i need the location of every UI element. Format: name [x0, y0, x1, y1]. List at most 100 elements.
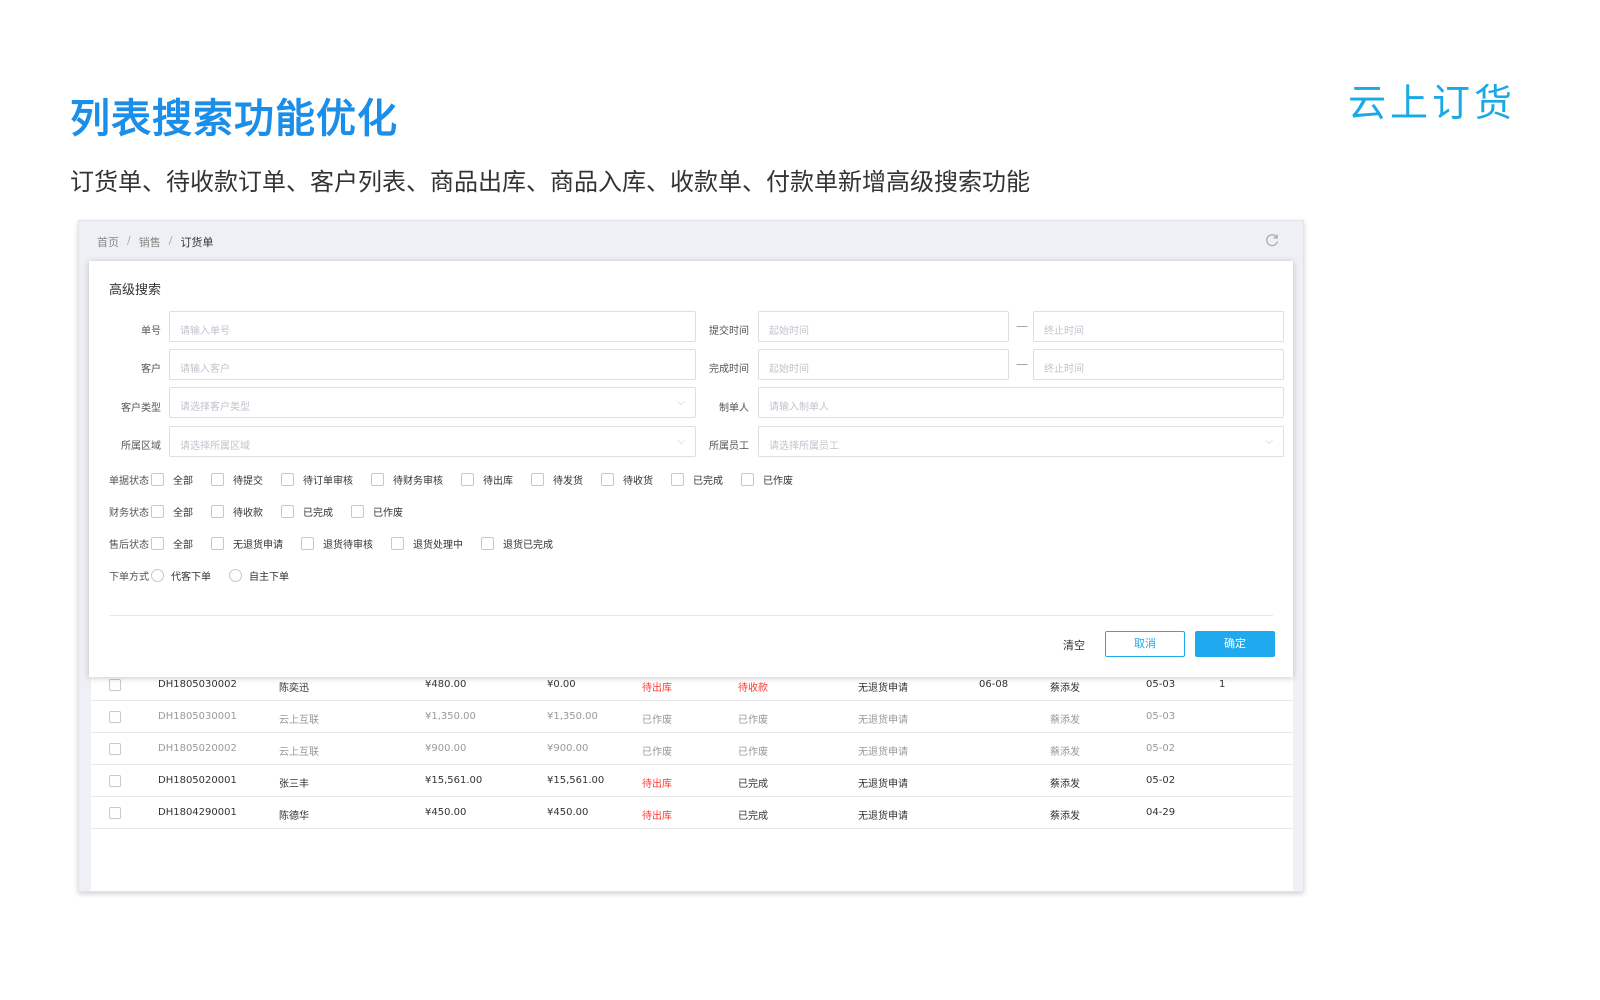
cancel-button[interactable]: 取消: [1105, 631, 1185, 657]
customer-name: 张三丰: [279, 779, 309, 790]
option-label: 全部: [173, 540, 193, 551]
breadcrumb-current: 订货单: [180, 236, 214, 249]
submit-time-end-input[interactable]: 终止时间: [1033, 311, 1284, 342]
checkbox[interactable]: [211, 473, 224, 486]
finance-status-label: 财务状态: [109, 508, 149, 519]
checkbox-option[interactable]: 退货已完成: [481, 536, 553, 551]
checkbox-option[interactable]: 已作废: [741, 472, 793, 487]
checkbox[interactable]: [671, 473, 684, 486]
option-label: 退货待审核: [323, 540, 373, 551]
after-sale-status: 无退货申请: [858, 715, 908, 726]
checkbox-option[interactable]: 全部: [151, 504, 193, 519]
option-label: 已完成: [693, 476, 723, 487]
table-row[interactable]: DH1805030001 云上互联 ¥1,350.00 ¥1,350.00 已作废 已作废…: [91, 701, 1293, 733]
order-method-label: 下单方式: [109, 572, 149, 583]
after-sale-status: 无退货申请: [858, 683, 908, 694]
radio-button[interactable]: [229, 569, 242, 582]
checkbox[interactable]: [151, 537, 164, 550]
row-checkbox[interactable]: [109, 711, 121, 723]
checkbox[interactable]: [151, 505, 164, 518]
option-label: 待提交: [233, 476, 263, 487]
customer-type-select[interactable]: 请选择客户类型 ⌵: [169, 387, 696, 418]
checkbox[interactable]: [481, 537, 494, 550]
checkbox[interactable]: [531, 473, 544, 486]
submit-time-start-input[interactable]: 起始时间: [758, 311, 1009, 342]
order-date: 05-03: [1146, 711, 1176, 722]
breadcrumb-home[interactable]: 首页: [97, 234, 119, 250]
row-checkbox[interactable]: [109, 743, 121, 755]
chevron-down-icon: ⌵: [677, 397, 685, 408]
checkbox-option[interactable]: 已作废: [351, 504, 403, 519]
option-label: 已作废: [373, 508, 403, 519]
order-method-row: 下单方式 代客下单 自主下单: [109, 568, 307, 583]
checkbox[interactable]: [151, 473, 164, 486]
checkbox-option[interactable]: 待发货: [531, 472, 583, 487]
row-checkbox[interactable]: [109, 775, 121, 787]
breadcrumb-sales[interactable]: 销售: [139, 234, 161, 250]
option-label: 全部: [173, 508, 193, 519]
paid-amount: ¥15,561.00: [547, 775, 605, 786]
clear-button[interactable]: 清空: [1063, 637, 1085, 653]
checkbox-option[interactable]: 已完成: [281, 504, 333, 519]
payment-status: 已作废: [738, 747, 768, 758]
checkbox-option[interactable]: 待提交: [211, 472, 263, 487]
chevron-down-icon: ⌵: [677, 436, 685, 447]
checkbox-option[interactable]: 退货待审核: [301, 536, 373, 551]
checkbox[interactable]: [301, 537, 314, 550]
checkbox[interactable]: [211, 505, 224, 518]
row-checkbox[interactable]: [109, 679, 121, 691]
breadcrumb-separator: /: [127, 234, 131, 247]
radio-option[interactable]: 自主下单: [229, 568, 289, 583]
checkbox[interactable]: [391, 537, 404, 550]
checkbox[interactable]: [281, 505, 294, 518]
payment-status: 已完成: [738, 811, 768, 822]
checkbox[interactable]: [371, 473, 384, 486]
checkbox[interactable]: [741, 473, 754, 486]
checkbox-option[interactable]: 全部: [151, 472, 193, 487]
order-date: 05-03: [1146, 679, 1176, 690]
after-sale-status-row: 售后状态 全部 无退货申请 退货待审核 退货处理中 退货已完成: [109, 536, 571, 551]
checkbox-option[interactable]: 待收货: [601, 472, 653, 487]
table-row[interactable]: DH1805020002 云上互联 ¥900.00 ¥900.00 已作废 已作废 无退货申…: [91, 733, 1293, 765]
option-label: 待收款: [233, 508, 263, 519]
extra-count: 1: [1219, 679, 1226, 690]
option-label: 无退货申请: [233, 540, 283, 551]
breadcrumb-separator: /: [168, 234, 173, 247]
option-label: 待财务审核: [393, 476, 443, 487]
row-checkbox[interactable]: [109, 807, 121, 819]
region-placeholder: 请选择所属区域: [180, 441, 250, 452]
finish-time-end-input[interactable]: 终止时间: [1033, 349, 1284, 380]
customer-input[interactable]: 请输入客户: [169, 349, 696, 380]
order-no-input[interactable]: 请输入单号: [169, 311, 696, 342]
region-select[interactable]: 请选择所属区域 ⌵: [169, 426, 696, 457]
checkbox[interactable]: [351, 505, 364, 518]
checkbox[interactable]: [281, 473, 294, 486]
radio-button[interactable]: [151, 569, 164, 582]
staff-select[interactable]: 请选择所属员工 ⌵: [758, 426, 1284, 457]
creator-name: 蔡添发: [1050, 747, 1080, 758]
order-number: DH1805030002: [158, 679, 237, 690]
table-row[interactable]: DH1804290001 陈德华 ¥450.00 ¥450.00 待出库 已完成 无退货申请…: [91, 797, 1293, 829]
order-no-label: 单号: [141, 326, 161, 337]
checkbox-option[interactable]: 无退货申请: [211, 536, 283, 551]
checkbox-option[interactable]: 退货处理中: [391, 536, 463, 551]
checkbox-option[interactable]: 全部: [151, 536, 193, 551]
paid-amount: ¥900.00: [547, 743, 589, 754]
shipping-status: 待出库: [642, 811, 672, 822]
checkbox-option[interactable]: 待出库: [461, 472, 513, 487]
checkbox-option[interactable]: 待财务审核: [371, 472, 443, 487]
checkbox-option[interactable]: 已完成: [671, 472, 723, 487]
creator-name: 蔡添发: [1050, 683, 1080, 694]
creator-input[interactable]: 请输入制单人: [758, 387, 1284, 418]
table-row[interactable]: DH1805020001 张三丰 ¥15,561.00 ¥15,561.00 待出库 已完…: [91, 765, 1293, 797]
customer-name: 云上互联: [279, 747, 319, 758]
checkbox-option[interactable]: 待收款: [211, 504, 263, 519]
refresh-icon[interactable]: [1263, 231, 1281, 249]
checkbox[interactable]: [461, 473, 474, 486]
checkbox[interactable]: [601, 473, 614, 486]
finish-time-start-input[interactable]: 起始时间: [758, 349, 1009, 380]
radio-option[interactable]: 代客下单: [151, 568, 211, 583]
checkbox-option[interactable]: 待订单审核: [281, 472, 353, 487]
confirm-button[interactable]: 确定: [1195, 631, 1275, 657]
checkbox[interactable]: [211, 537, 224, 550]
